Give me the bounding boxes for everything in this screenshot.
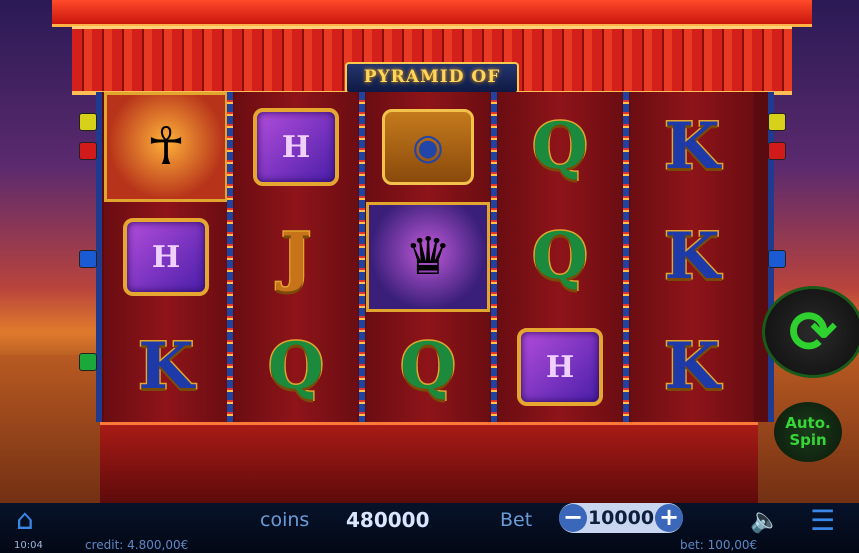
reel-divider xyxy=(491,92,497,422)
reel-divider xyxy=(359,92,365,422)
symbol-k: K xyxy=(663,219,722,294)
reel-symbol: K xyxy=(630,92,754,202)
bet-increase-button[interactable]: + xyxy=(655,504,683,532)
spin-button[interactable]: ⟳ xyxy=(762,286,859,378)
roof-top xyxy=(52,0,812,27)
reel-symbol: Q xyxy=(498,202,622,312)
reel-symbol: H xyxy=(104,202,228,312)
reel-symbol: ◉ xyxy=(366,92,490,202)
reel-divider xyxy=(623,92,629,422)
book-letter: H xyxy=(545,349,575,385)
payline-marker-blue-right xyxy=(768,250,786,268)
refresh-icon: ⟳ xyxy=(788,298,838,366)
reel-symbol: Q xyxy=(366,312,490,422)
payline-marker-red xyxy=(79,142,97,160)
reel-base xyxy=(494,422,626,506)
reel-symbol: ♛ xyxy=(366,202,490,312)
payline-marker-red-right xyxy=(768,142,786,160)
payline-marker-green xyxy=(79,353,97,371)
reel-symbol: H xyxy=(234,92,358,202)
reel-base xyxy=(362,422,494,506)
clock-time: 10:04 xyxy=(14,540,43,551)
symbol-q: Q xyxy=(399,329,458,404)
auto-spin-button[interactable]: Auto. Spin xyxy=(774,402,842,462)
reel-symbol: K xyxy=(630,202,754,312)
payline-marker-yellow xyxy=(79,113,97,131)
symbol-q: Q xyxy=(267,329,326,404)
sound-icon[interactable]: 🔈 xyxy=(750,506,780,534)
home-icon[interactable]: ⌂ xyxy=(16,505,48,535)
game-logo: PYRAMID OF LIGHT xyxy=(345,62,519,113)
reel-base xyxy=(100,422,232,506)
reel-symbol: K xyxy=(104,312,228,422)
auto-spin-label: Auto. xyxy=(785,414,831,432)
pharaoh-symbol-icon: ☥ xyxy=(104,92,228,202)
bet-stepper: − 10000 + xyxy=(559,503,683,533)
coins-value: 480000 xyxy=(346,508,430,532)
book-symbol-icon: H xyxy=(517,328,603,406)
symbol-k: K xyxy=(663,109,722,184)
payline-marker-yellow-right xyxy=(768,113,786,131)
bet-amount: bet: 100,00€ xyxy=(680,538,758,552)
symbol-q: Q xyxy=(531,109,590,184)
bottom-bar: ⌂ 10:04 credit: 4.800,00€ coins 480000 B… xyxy=(0,503,859,553)
symbol-q: Q xyxy=(531,219,590,294)
reel-symbol: ☥ xyxy=(104,92,228,202)
reel-symbol: K xyxy=(630,312,754,422)
book-letter: H xyxy=(281,129,311,165)
reel-base xyxy=(626,422,758,506)
menu-icon[interactable]: ☰ xyxy=(810,504,835,537)
bet-decrease-button[interactable]: − xyxy=(559,504,587,532)
reel-symbol: Q xyxy=(498,92,622,202)
payline-marker-blue xyxy=(79,250,97,268)
bet-label: Bet xyxy=(500,509,533,531)
book-letter: H xyxy=(151,239,181,275)
book-symbol-icon: H xyxy=(123,218,209,296)
reel-divider xyxy=(227,92,233,422)
reel-symbol: H xyxy=(498,312,622,422)
queen-symbol-icon: ♛ xyxy=(366,202,490,312)
symbol-k: K xyxy=(663,329,722,404)
bet-value: 10000 xyxy=(587,507,655,529)
book-symbol-icon: H xyxy=(253,108,339,186)
symbol-j: J xyxy=(279,219,312,294)
eye-of-horus-icon: ◉ xyxy=(382,109,474,185)
auto-spin-label-2: Spin xyxy=(789,431,827,449)
symbol-k: K xyxy=(137,329,196,404)
coins-label: coins xyxy=(260,509,310,531)
reel-base xyxy=(230,422,362,506)
reel-symbol: J xyxy=(234,202,358,312)
credit-readout: credit: 4.800,00€ xyxy=(85,538,189,552)
reel-symbol: Q xyxy=(234,312,358,422)
